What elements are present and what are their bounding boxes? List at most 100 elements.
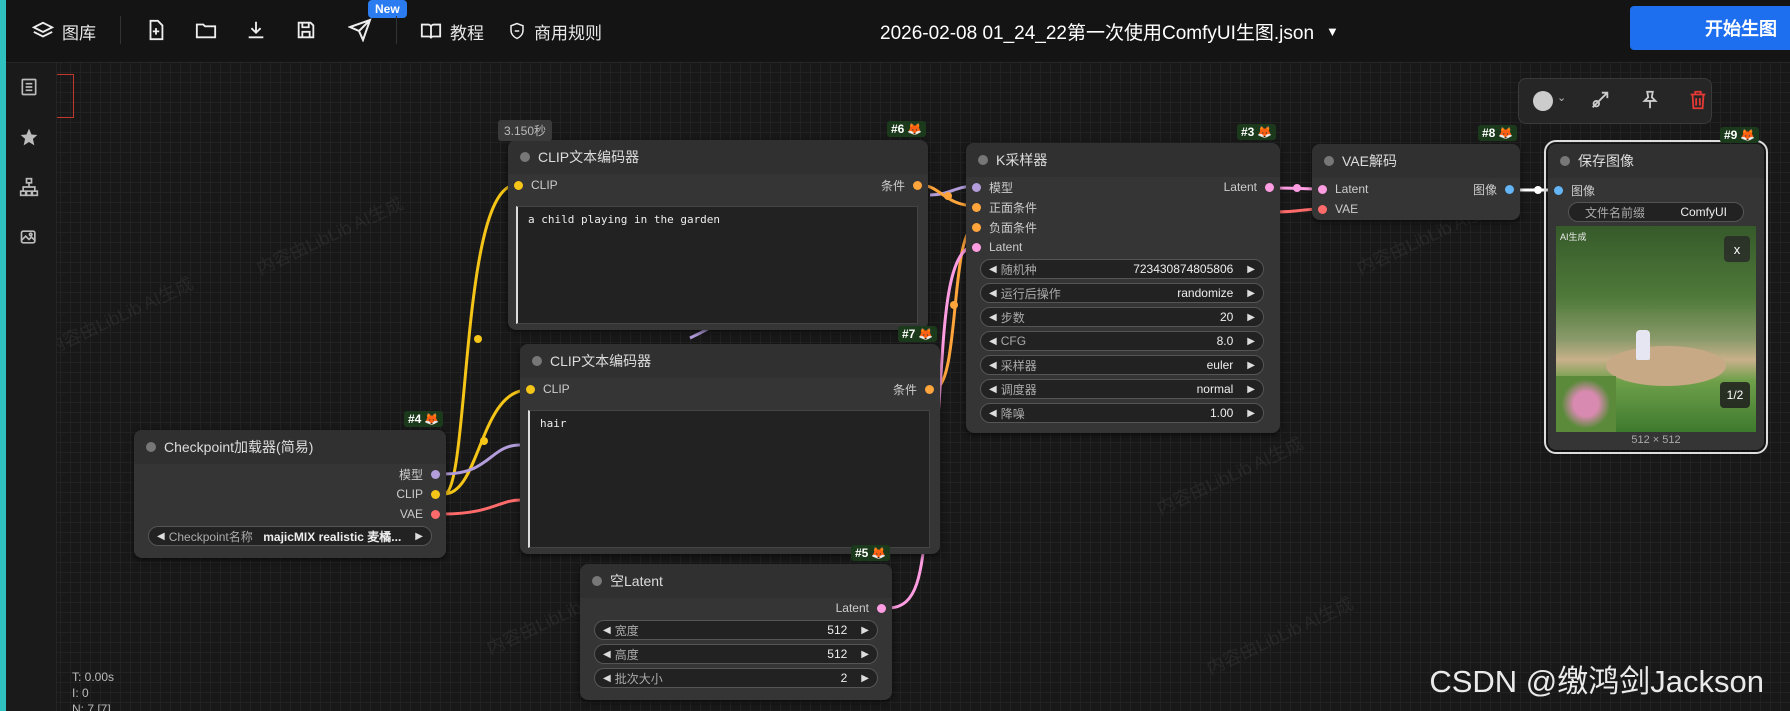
- input-negative-port[interactable]: 负面条件: [972, 219, 1037, 235]
- faint-watermark: 内容由LibLib AI生成: [253, 193, 407, 279]
- node-title: K采样器: [996, 152, 1048, 168]
- fox-icon: 🦊: [871, 546, 887, 560]
- decrement-arrow-icon: ◀: [989, 407, 997, 419]
- seed-widget[interactable]: ◀ 随机种 723430874805806 ▶: [980, 259, 1264, 279]
- clip-text-encoder-node-positive[interactable]: CLIP文本编码器 CLIP 条件 a child playing in the…: [508, 140, 928, 330]
- commercial-rules-button[interactable]: 商用规则: [508, 0, 602, 62]
- document-icon[interactable]: [16, 74, 42, 100]
- send-icon[interactable]: [346, 16, 374, 44]
- star-icon[interactable]: [16, 124, 42, 150]
- empty-latent-node[interactable]: 空Latent Latent ◀ 宽度 512 ▶ ◀ 高度 512 ▶ ◀ 批次大小 2 ▶: [580, 564, 892, 700]
- image-page-indicator[interactable]: 1/2: [1720, 382, 1750, 408]
- vae-decode-node[interactable]: VAE解码 Latent 图像 VAE: [1312, 144, 1520, 220]
- stats-time: T: 0.00s: [72, 670, 115, 684]
- input-vae-port[interactable]: VAE: [1318, 201, 1358, 217]
- collapse-dot-icon[interactable]: [532, 356, 542, 366]
- output-model-port[interactable]: 模型: [399, 466, 440, 482]
- child-figure: [1636, 330, 1650, 360]
- save-icon[interactable]: [292, 16, 320, 44]
- gallery-button[interactable]: 图库: [32, 0, 96, 62]
- increment-arrow-icon: ▶: [1247, 359, 1255, 371]
- increment-arrow-icon: ▶: [861, 624, 869, 636]
- decrement-arrow-icon: ◀: [989, 311, 997, 323]
- node-title: 空Latent: [610, 573, 663, 589]
- node-tree-icon[interactable]: [16, 174, 42, 200]
- control-after-generate-widget[interactable]: ◀ 运行后操作 randomize ▶: [980, 283, 1264, 303]
- prompt-textarea[interactable]: hair: [528, 410, 930, 548]
- fox-icon: 🦊: [918, 327, 934, 341]
- decrement-arrow-icon: ◀: [603, 648, 611, 660]
- filename-prefix-widget[interactable]: 文件名前缀 ComfyUI: [1568, 202, 1744, 222]
- fox-icon: 🦊: [907, 122, 923, 136]
- node-id-badge: #6 🦊: [887, 121, 927, 137]
- new-file-icon[interactable]: [142, 16, 170, 44]
- input-clip-port[interactable]: CLIP: [514, 177, 558, 193]
- new-badge: New: [368, 0, 407, 18]
- chevron-down-icon[interactable]: ⌄: [1557, 91, 1566, 104]
- output-condition-port[interactable]: 条件: [893, 381, 934, 397]
- input-image-port[interactable]: 图像: [1554, 182, 1595, 198]
- image-gallery-icon[interactable]: [16, 224, 42, 250]
- save-image-node[interactable]: 保存图像 图像 文件名前缀 ComfyUI AI生成 x 1/2 512 × 51…: [1544, 140, 1768, 454]
- batch-size-widget[interactable]: ◀ 批次大小 2 ▶: [594, 668, 878, 688]
- generated-image-preview[interactable]: AI生成 x 1/2: [1556, 226, 1756, 432]
- collapse-dot-icon[interactable]: [1324, 156, 1334, 166]
- checkpoint-name-widget[interactable]: ◀ Checkpoint名称 majicMIX realistic 麦橘... ▶: [148, 526, 432, 546]
- checkpoint-loader-node[interactable]: Checkpoint加载器(简易) 模型 CLIP VAE ◀ Checkpoin…: [134, 430, 446, 558]
- collapse-dot-icon[interactable]: [592, 576, 602, 586]
- tutorial-button[interactable]: 教程: [420, 0, 484, 62]
- input-positive-port[interactable]: 正面条件: [972, 199, 1037, 215]
- input-latent-port[interactable]: Latent: [1318, 181, 1368, 197]
- node-selection-toolbar: ⌄: [1518, 78, 1712, 124]
- start-generate-button[interactable]: 开始生图: [1630, 6, 1790, 50]
- clip-text-encoder-node-negative[interactable]: CLIP文本编码器 CLIP 条件 hair: [520, 344, 940, 554]
- output-latent-port[interactable]: Latent: [836, 600, 886, 616]
- steps-widget[interactable]: ◀ 步数 20 ▶: [980, 307, 1264, 327]
- sampler-widget[interactable]: ◀ 采样器 euler ▶: [980, 355, 1264, 375]
- increment-arrow-icon: ▶: [1247, 263, 1255, 275]
- input-clip-port[interactable]: CLIP: [526, 381, 570, 397]
- ksampler-node[interactable]: K采样器 模型 Latent 正面条件 负面条件 Latent ◀ 随机种 7234…: [966, 143, 1280, 433]
- node-title: 保存图像: [1578, 153, 1634, 169]
- collapse-dot-icon[interactable]: [520, 152, 530, 162]
- node-title: Checkpoint加载器(简易): [164, 439, 314, 455]
- cfg-widget[interactable]: ◀ CFG 8.0 ▶: [980, 331, 1264, 351]
- increment-arrow-icon: ▶: [1247, 287, 1255, 299]
- decrement-arrow-icon: ◀: [989, 383, 997, 395]
- download-icon[interactable]: [242, 16, 270, 44]
- open-folder-icon[interactable]: [192, 16, 220, 44]
- width-widget[interactable]: ◀ 宽度 512 ▶: [594, 620, 878, 640]
- node-id-badge: #9 🦊: [1720, 127, 1760, 143]
- decrement-arrow-icon: ◀: [603, 672, 611, 684]
- output-condition-port[interactable]: 条件: [881, 177, 922, 193]
- faint-watermark: 内容由LibLib AI生成: [1203, 593, 1357, 679]
- close-preview-button[interactable]: x: [1724, 236, 1750, 262]
- output-vae-port[interactable]: VAE: [400, 506, 440, 522]
- delete-icon[interactable]: [1687, 89, 1709, 116]
- height-widget[interactable]: ◀ 高度 512 ▶: [594, 644, 878, 664]
- csdn-watermark: CSDN @缴鸿剑Jackson: [1429, 664, 1764, 699]
- node-title: VAE解码: [1342, 153, 1397, 169]
- output-image-port[interactable]: 图像: [1473, 181, 1514, 197]
- pin-icon[interactable]: [1639, 89, 1661, 116]
- collapse-dot-icon[interactable]: [978, 155, 988, 165]
- input-model-port[interactable]: 模型: [972, 179, 1013, 195]
- document-title[interactable]: 2026-02-08 01_24_22第一次使用ComfyUI生图.json ▼: [880, 0, 1339, 62]
- tutorial-label: 教程: [450, 23, 484, 43]
- output-clip-port[interactable]: CLIP: [396, 486, 440, 502]
- flower-bed: [1556, 376, 1616, 432]
- denoise-widget[interactable]: ◀ 降噪 1.00 ▶: [980, 403, 1264, 423]
- collapse-dot-icon[interactable]: [1560, 156, 1570, 166]
- output-latent-port[interactable]: Latent: [1224, 179, 1274, 195]
- prompt-textarea[interactable]: a child playing in the garden: [516, 206, 918, 324]
- caret-down-icon: ▼: [1326, 23, 1339, 39]
- input-latent-port[interactable]: Latent: [972, 239, 1022, 255]
- document-title-text: 2026-02-08 01_24_22第一次使用ComfyUI生图.json: [880, 22, 1315, 44]
- toolbar-divider: [120, 16, 121, 44]
- decrement-arrow-icon: ◀: [989, 335, 997, 347]
- bypass-icon[interactable]: [1589, 89, 1611, 116]
- node-title: CLIP文本编码器: [550, 353, 652, 369]
- collapse-dot-icon[interactable]: [146, 442, 156, 452]
- scheduler-widget[interactable]: ◀ 调度器 normal ▶: [980, 379, 1264, 399]
- color-picker-icon[interactable]: [1533, 91, 1553, 111]
